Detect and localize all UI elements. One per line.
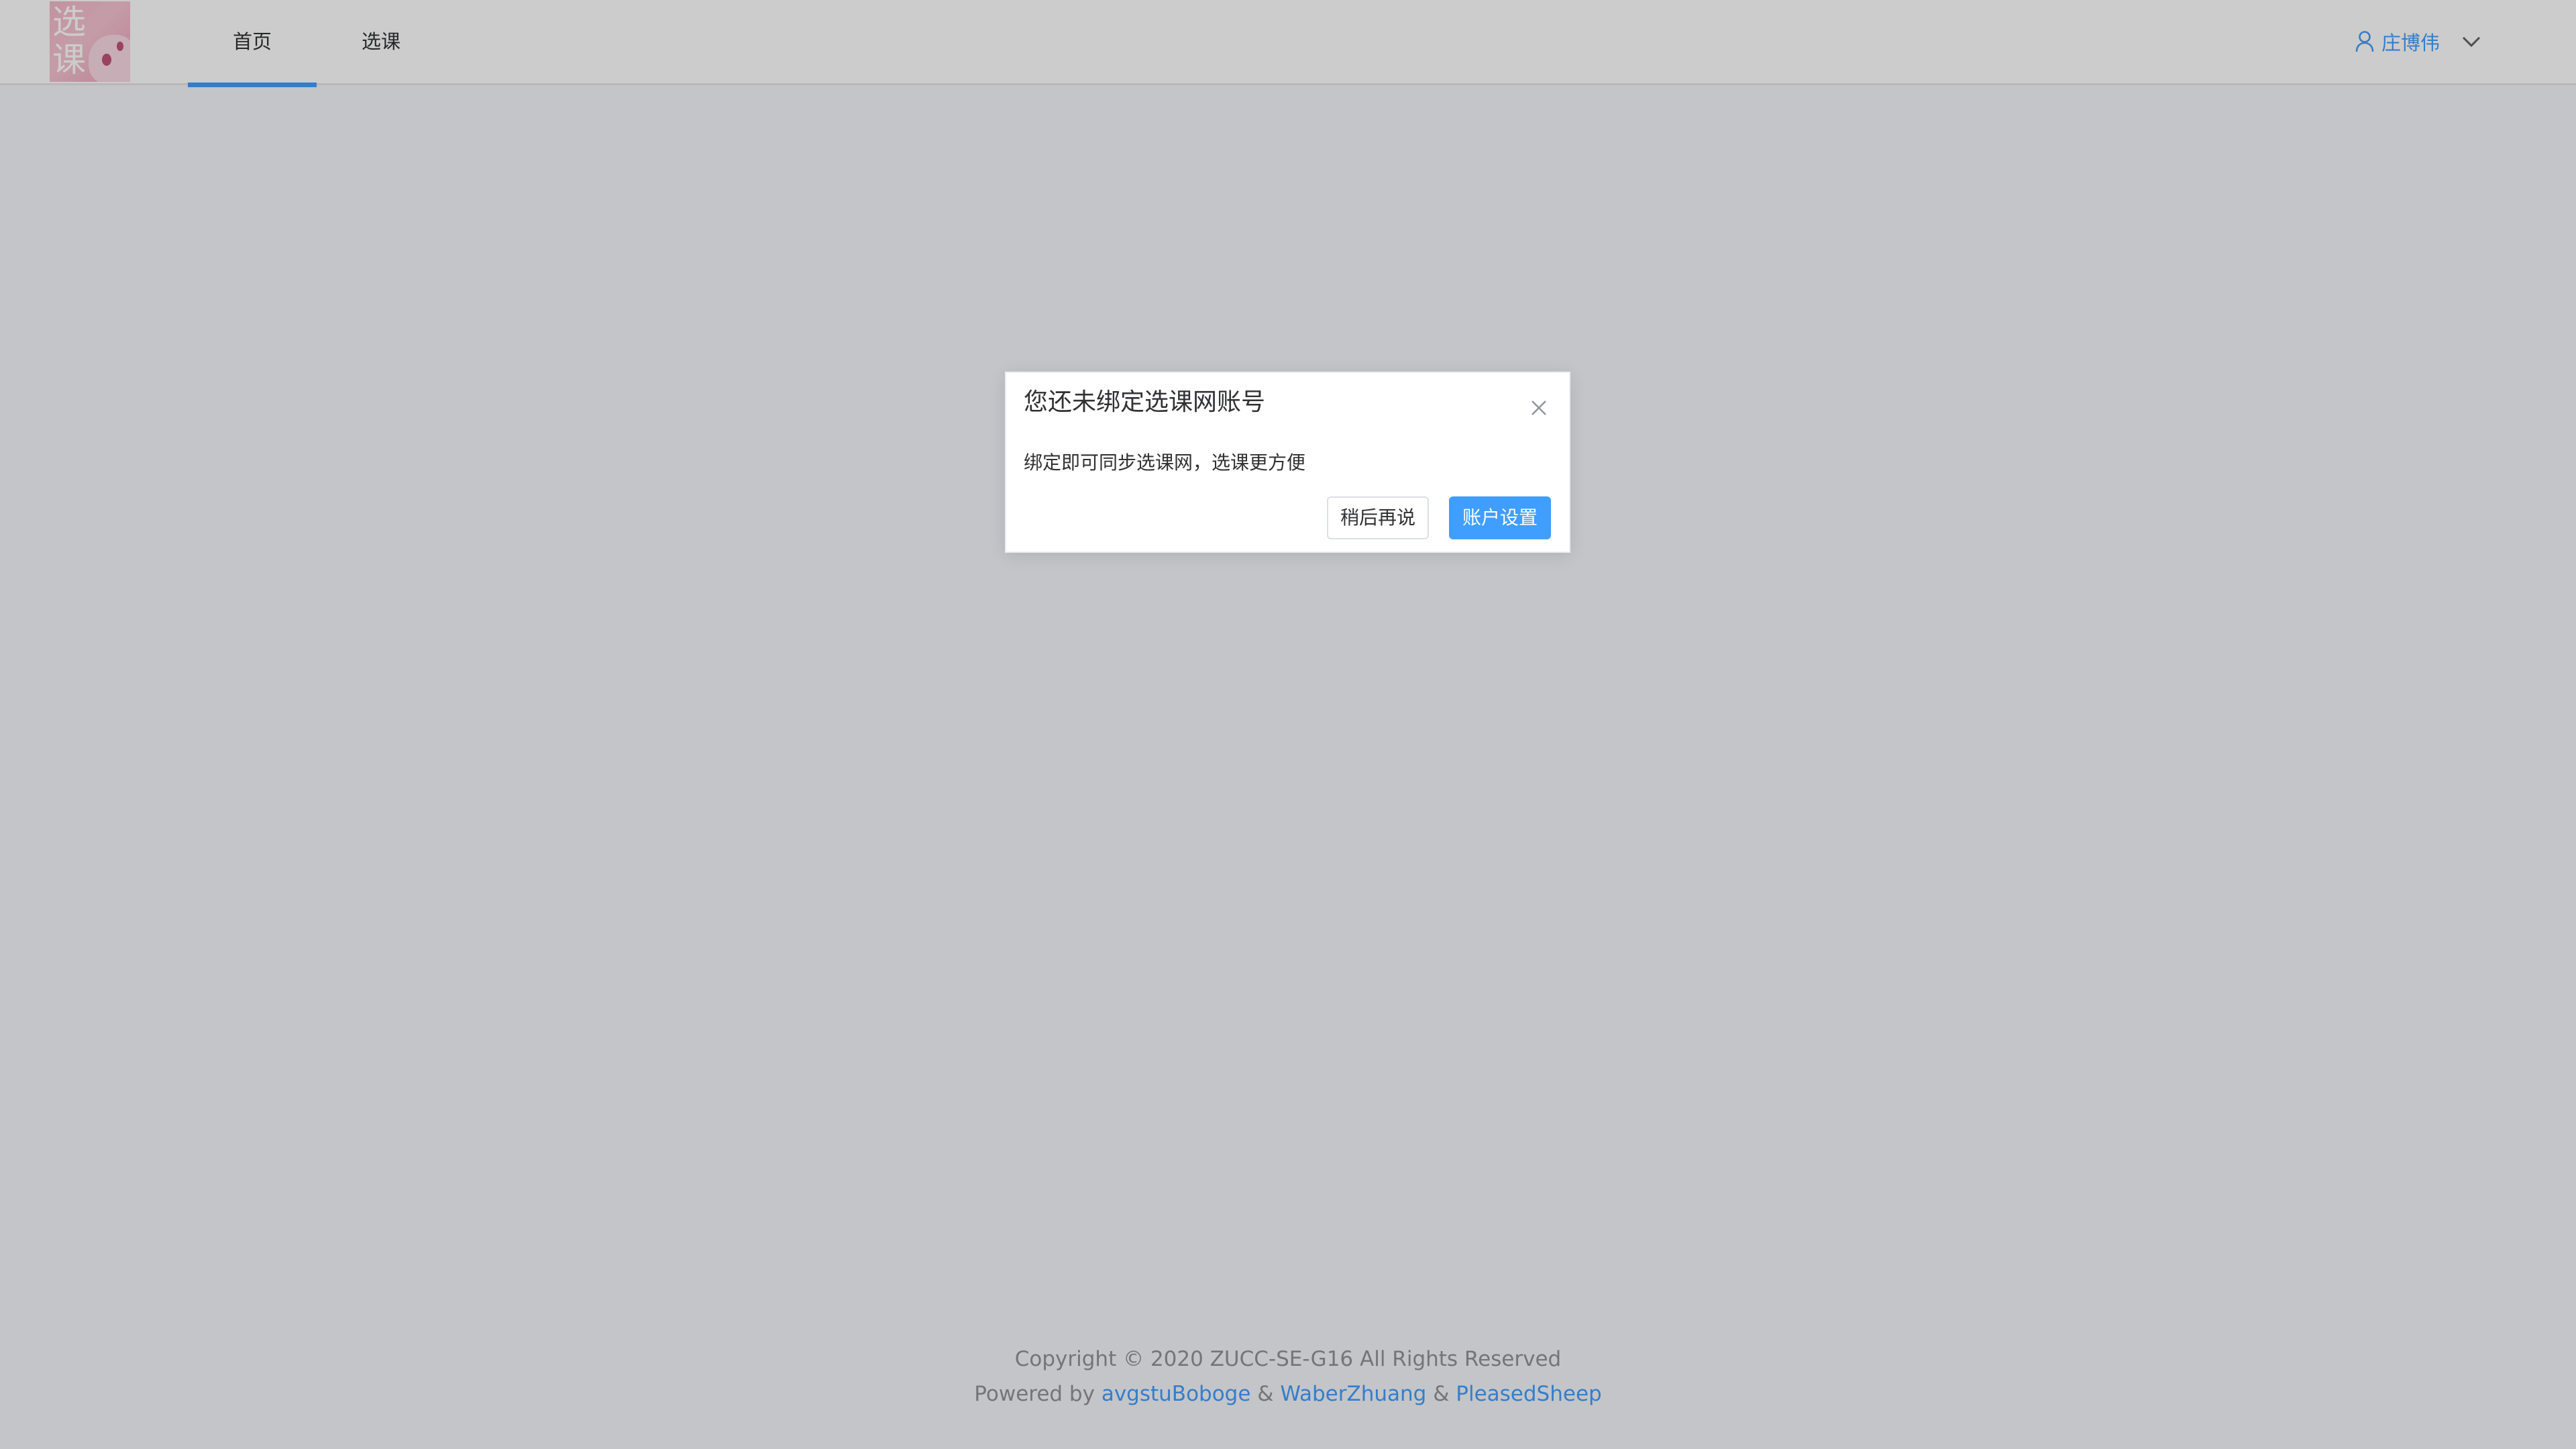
close-icon[interactable] <box>1528 397 1550 419</box>
account-settings-button[interactable]: 账户设置 <box>1449 496 1551 539</box>
modal-overlay[interactable] <box>0 0 2576 1449</box>
dialog-message: 绑定即可同步选课网，选课更方便 <box>1024 451 1306 474</box>
later-button[interactable]: 稍后再说 <box>1327 496 1429 539</box>
bind-account-dialog: 您还未绑定选课网账号 绑定即可同步选课网，选课更方便 稍后再说 账户设置 <box>1005 372 1570 553</box>
dialog-title: 您还未绑定选课网账号 <box>1024 388 1266 416</box>
